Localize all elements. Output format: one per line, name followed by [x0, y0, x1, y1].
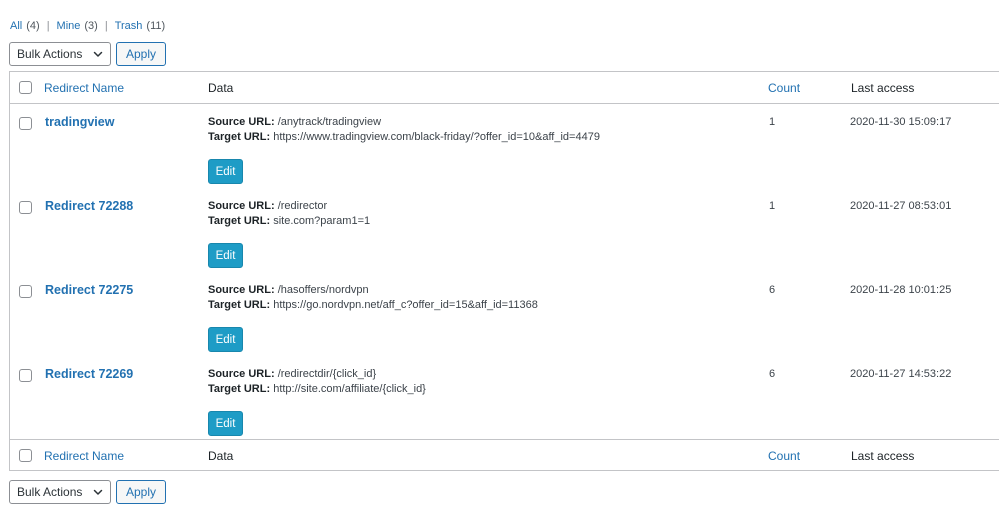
table-row: tradingview Source URL: /anytrack/tradin… — [10, 105, 999, 189]
filter-all-link[interactable]: All — [10, 20, 22, 32]
redirect-name-link[interactable]: tradingview — [45, 115, 114, 129]
column-last-access: Last access — [851, 80, 915, 95]
redirect-count: 1 — [769, 200, 776, 212]
apply-button[interactable]: Apply — [116, 42, 167, 66]
chevron-down-icon — [93, 489, 103, 495]
filter-mine-count: (3) — [84, 20, 98, 32]
table-header: Redirect Name Data Count Last access — [10, 72, 999, 104]
source-url-value: /anytrack/tradingview — [277, 116, 382, 128]
last-access: 2020-11-30 15:09:17 — [850, 116, 952, 128]
row-checkbox[interactable] — [19, 201, 32, 214]
redirects-table: Redirect Name Data Count Last access tra… — [9, 71, 999, 471]
source-url: Source URL: /anytrack/tradingview — [208, 116, 381, 128]
redirect-count: 6 — [769, 368, 776, 380]
edit-button[interactable]: Edit — [208, 159, 243, 184]
select-all-checkbox[interactable] — [19, 81, 32, 94]
edit-button[interactable]: Edit — [208, 411, 243, 436]
filter-separator: | — [46, 20, 50, 32]
source-url-value: /hasoffers/nordvpn — [277, 284, 369, 296]
source-url: Source URL: /redirectdir/{click_id} — [208, 368, 376, 380]
column-redirect-name[interactable]: Redirect Name — [44, 449, 124, 463]
bulk-actions-top: Bulk Actions Apply — [9, 42, 167, 66]
redirect-name-link[interactable]: Redirect 72269 — [45, 367, 133, 381]
target-url-value: https://go.nordvpn.net/aff_c?offer_id=15… — [273, 299, 538, 311]
redirect-name-link[interactable]: Redirect 72275 — [45, 283, 133, 297]
last-access: 2020-11-27 14:53:22 — [850, 368, 952, 380]
table-row: Redirect 72288 Source URL: /redirector T… — [10, 189, 999, 273]
source-url-label: Source URL: — [208, 116, 275, 128]
redirect-count: 6 — [769, 284, 776, 296]
view-filters: All (4) | Mine (3) | Trash (11) — [10, 20, 165, 32]
source-url-value: /redirectdir/{click_id} — [277, 368, 377, 380]
filter-separator: | — [104, 20, 108, 32]
last-access: 2020-11-27 08:53:01 — [850, 200, 952, 212]
filter-trash-link[interactable]: Trash — [115, 20, 143, 32]
target-url-label: Target URL: — [208, 131, 271, 143]
edit-button[interactable]: Edit — [208, 327, 243, 352]
target-url: Target URL: https://www.tradingview.com/… — [208, 131, 600, 143]
bulk-actions-selected: Bulk Actions — [17, 485, 83, 499]
filter-mine-link[interactable]: Mine — [57, 20, 81, 32]
column-count[interactable]: Count — [768, 81, 800, 95]
column-redirect-name[interactable]: Redirect Name — [44, 81, 124, 95]
chevron-down-icon — [93, 51, 103, 57]
bulk-actions-bottom: Bulk Actions Apply — [9, 480, 167, 504]
filter-trash-count: (11) — [146, 20, 166, 32]
edit-button[interactable]: Edit — [208, 243, 243, 268]
target-url-value: http://site.com/affiliate/{click_id} — [273, 383, 426, 395]
redirect-name-link[interactable]: Redirect 72288 — [45, 199, 133, 213]
target-url-value: site.com?param1=1 — [273, 215, 371, 227]
target-url-label: Target URL: — [208, 215, 271, 227]
bulk-actions-select[interactable]: Bulk Actions — [9, 42, 111, 66]
redirect-count: 1 — [769, 116, 776, 128]
source-url-label: Source URL: — [208, 284, 275, 296]
target-url: Target URL: site.com?param1=1 — [208, 215, 370, 227]
filter-all-count: (4) — [26, 20, 40, 32]
source-url-label: Source URL: — [208, 368, 275, 380]
column-last-access: Last access — [851, 448, 915, 463]
last-access: 2020-11-28 10:01:25 — [850, 284, 952, 296]
source-url-value: /redirector — [277, 200, 328, 212]
target-url-label: Target URL: — [208, 383, 271, 395]
column-count[interactable]: Count — [768, 449, 800, 463]
column-data: Data — [208, 448, 234, 463]
source-url: Source URL: /redirector — [208, 200, 327, 212]
target-url-label: Target URL: — [208, 299, 271, 311]
row-checkbox[interactable] — [19, 369, 32, 382]
select-all-checkbox-footer[interactable] — [19, 449, 32, 462]
source-url: Source URL: /hasoffers/nordvpn — [208, 284, 369, 296]
row-checkbox[interactable] — [19, 285, 32, 298]
apply-button[interactable]: Apply — [116, 480, 167, 504]
table-row: Redirect 72275 Source URL: /hasoffers/no… — [10, 273, 999, 357]
table-row: Redirect 72269 Source URL: /redirectdir/… — [10, 357, 999, 441]
column-data: Data — [208, 80, 234, 95]
target-url: Target URL: https://go.nordvpn.net/aff_c… — [208, 299, 538, 311]
target-url: Target URL: http://site.com/affiliate/{c… — [208, 383, 426, 395]
bulk-actions-select[interactable]: Bulk Actions — [9, 480, 111, 504]
table-footer: Redirect Name Data Count Last access — [10, 439, 999, 471]
row-checkbox[interactable] — [19, 117, 32, 130]
source-url-label: Source URL: — [208, 200, 275, 212]
target-url-value: https://www.tradingview.com/black-friday… — [273, 131, 600, 143]
bulk-actions-selected: Bulk Actions — [17, 47, 83, 61]
